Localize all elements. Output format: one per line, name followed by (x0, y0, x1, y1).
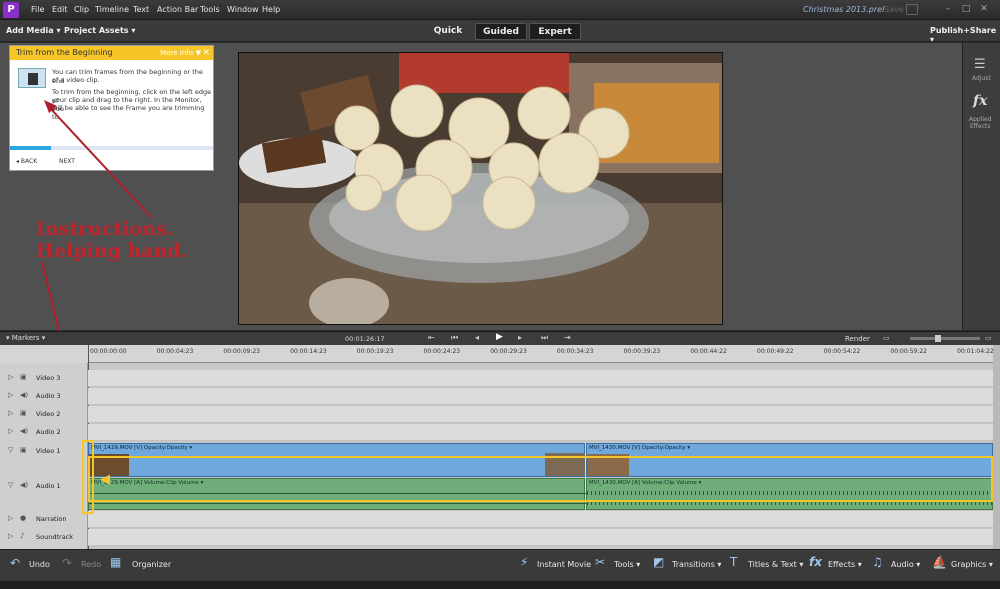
track-name: Narration (36, 515, 67, 523)
video-track-icon: ▣ (20, 409, 27, 417)
audio-track-icon: ◀) (20, 391, 29, 399)
ruler-corner (0, 345, 88, 363)
expand-track-icon[interactable]: ▷ (8, 514, 13, 522)
track-lane-audio-3[interactable] (88, 388, 993, 405)
audio-track-icon: ◀) (20, 427, 29, 435)
track-name: Video 1 (36, 447, 61, 455)
video-track-icon: ▣ (20, 373, 27, 381)
audio-track-icon: ◀) (20, 481, 29, 489)
track-name: Audio 1 (36, 482, 61, 490)
graphics-button[interactable]: Graphics ▾ (951, 560, 993, 569)
timecode: 00:01:26:17 (345, 335, 385, 343)
undo-button[interactable]: Undo (29, 560, 50, 569)
ruler-tick-label: 00:00:54:22 (823, 348, 861, 355)
zoom-in-icon[interactable]: ▭ (985, 334, 992, 342)
ruler-tick-label: 00:00:34:23 (556, 348, 594, 355)
vertical-scrollbar[interactable] (993, 345, 1000, 549)
zoom-slider-handle[interactable] (935, 335, 941, 342)
track-name: Audio 2 (36, 428, 61, 436)
expand-track-icon[interactable]: ▷ (8, 373, 13, 381)
next-edit-icon[interactable]: ⏭ (541, 333, 548, 343)
titles-text-button[interactable]: Titles & Text ▾ (748, 560, 803, 569)
track-name: Soundtrack (36, 533, 74, 541)
track-lane-video-3[interactable] (88, 370, 993, 387)
ruler-tick-label: 00:00:04:23 (156, 348, 194, 355)
waveform (89, 503, 586, 504)
trim-highlight (88, 456, 993, 502)
organizer-icon[interactable]: ▦ (110, 555, 121, 569)
video-track-icon: ▣ (20, 446, 27, 454)
tools-icon[interactable]: ✂ (595, 555, 605, 569)
expand-track-icon[interactable]: ▽ (8, 481, 13, 489)
ruler-tick-label: 00:00:59:22 (890, 348, 927, 355)
redo-icon[interactable]: ↷ (62, 556, 72, 570)
transitions-icon[interactable]: ◩ (653, 555, 664, 569)
effects-icon[interactable]: fx (809, 555, 822, 569)
transitions-button[interactable]: Transitions ▾ (672, 560, 721, 569)
clip-label: MVI_1429.MOV [V] Opacity:Opacity ▾ (91, 445, 193, 451)
ruler-tick-label: 00:00:49:22 (757, 348, 794, 355)
effects-button[interactable]: Effects ▾ (828, 560, 862, 569)
redo-button[interactable]: Redo (81, 560, 101, 569)
ruler-tick-label: 00:00:19:23 (356, 348, 394, 355)
prev-edit-icon[interactable]: ⏮ (451, 333, 458, 343)
narration-track-icon: ● (20, 514, 27, 522)
ruler-tick-label: 00:00:09:23 (223, 348, 260, 355)
ruler-tick-label: 00:01:04:22 (957, 348, 994, 355)
ruler-tick-label: 00:00:00:00 (90, 348, 127, 355)
track-lane-soundtrack[interactable] (88, 529, 993, 546)
undo-icon[interactable]: ↶ (10, 556, 20, 570)
track-lane-narration[interactable] (88, 511, 993, 528)
markers-menu[interactable]: ▾ Markers ▾ (6, 334, 45, 342)
expand-track-icon[interactable]: ▷ (8, 532, 13, 540)
instant-movie-icon[interactable]: ⚡ (520, 555, 528, 569)
soundtrack-track-icon: ♪ (20, 532, 25, 540)
expand-track-icon[interactable]: ▷ (8, 427, 13, 435)
goto-end-icon[interactable]: ⇥ (564, 333, 571, 342)
trim-arrow-icon: ◀ (100, 472, 110, 487)
clip-label: MVI_1430.MOV [V] Opacity:Opacity ▾ (589, 445, 691, 451)
ruler-tick-label: 00:00:39:23 (623, 348, 661, 355)
ruler-tick-label: 00:00:29:23 (490, 348, 527, 355)
track-name: Audio 3 (36, 392, 61, 400)
tools-button[interactable]: Tools ▾ (614, 560, 640, 569)
status-bar (0, 581, 1000, 589)
graphics-icon[interactable]: ⛵ (932, 555, 947, 569)
expand-track-icon[interactable]: ▷ (8, 409, 13, 417)
render-button[interactable]: Render (845, 335, 870, 343)
goto-start-icon[interactable]: ⇤ (428, 333, 435, 342)
titles-text-icon[interactable]: T (730, 555, 737, 569)
track-lane-video-2[interactable] (88, 406, 993, 423)
audio-button[interactable]: Audio ▾ (891, 560, 920, 569)
expand-track-icon[interactable]: ▷ (8, 391, 13, 399)
ruler-tick-label: 00:00:44:22 (690, 348, 727, 355)
track-name: Video 2 (36, 410, 61, 418)
step-forward-icon[interactable]: ▸ (518, 333, 522, 342)
ruler-tick-label: 00:00:24:23 (423, 348, 461, 355)
zoom-out-icon[interactable]: ▭ (883, 334, 890, 342)
track-name: Video 3 (36, 374, 61, 382)
zoom-slider[interactable] (910, 337, 980, 340)
audio-icon[interactable]: ♫ (872, 555, 883, 569)
trim-handle-highlight[interactable] (82, 440, 94, 514)
organizer-button[interactable]: Organizer (132, 560, 171, 569)
step-back-icon[interactable]: ◂ (475, 333, 479, 342)
track-lane-audio-2[interactable] (88, 424, 993, 441)
instant-movie-button[interactable]: Instant Movie (537, 560, 591, 569)
play-icon[interactable]: ▶ (496, 332, 503, 342)
expand-track-icon[interactable]: ▽ (8, 446, 13, 454)
ruler-tick-label: 00:00:14:23 (290, 348, 327, 355)
